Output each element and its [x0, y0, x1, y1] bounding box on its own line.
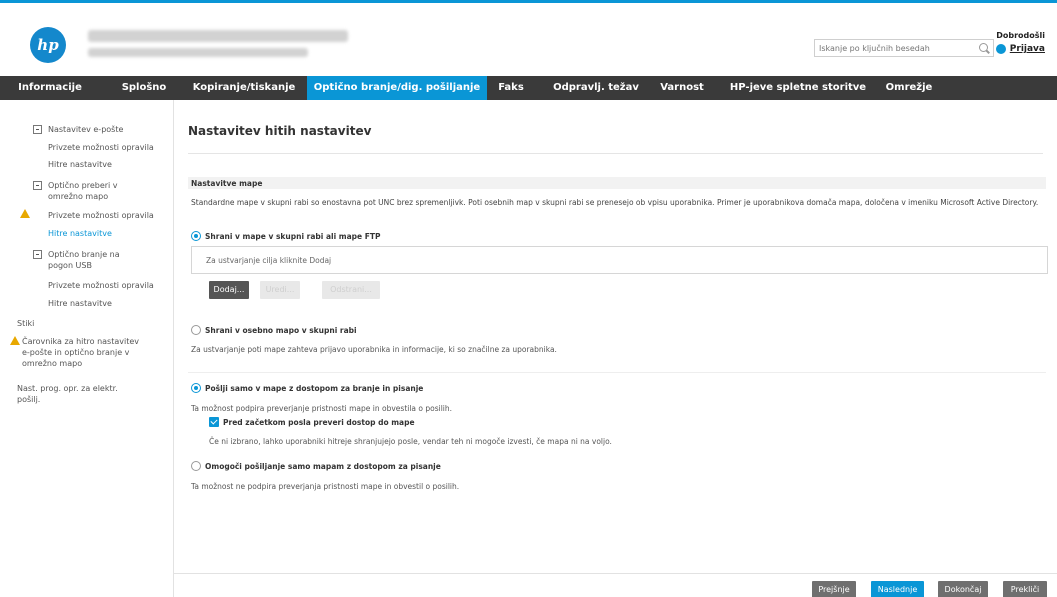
sidebar-item-wizard[interactable]: Čarovnika za hitro nastavitev e-pošte in… [0, 336, 140, 369]
user-icon [995, 44, 1006, 54]
tab-informacije[interactable]: Informacije [10, 76, 90, 100]
main-nav: Informacije Splošno Kopiranje/tiskanje O… [0, 76, 1057, 100]
destination-list[interactable]: Za ustvarjanje cilja kliknite Dodaj [191, 246, 1048, 274]
radio-personal-folder-label[interactable]: Shrani v osebno mapo v skupni rabi [205, 326, 357, 335]
header-bar: hp Dobrodošli Prijava [0, 0, 1057, 76]
sign-in-link[interactable]: Prijava [995, 44, 1045, 54]
search-icon[interactable] [979, 43, 988, 52]
tab-splosno[interactable]: Splošno [114, 76, 174, 100]
radio-read-write-label[interactable]: Pošlji samo v mape z dostopom za branje … [205, 384, 423, 393]
sidebar-item-email-setup[interactable]: Nastavitev e-pošte [0, 124, 172, 135]
back-button[interactable]: Prejšnje [812, 581, 856, 597]
page-title: Nastavitev hitih nastavitev [188, 124, 372, 138]
section-description: Standardne mape v skupni rabi so enostav… [191, 198, 1039, 207]
tab-opticno-branje[interactable]: Optično branje/dig. pošiljanje [307, 76, 487, 100]
divider [188, 372, 1046, 373]
sign-in-label[interactable]: Prijava [1010, 44, 1045, 54]
section-header [188, 177, 1046, 189]
verify-folder-access-checkbox[interactable] [209, 417, 219, 427]
write-only-note: Ta možnost ne podpira preverjanja pristn… [191, 482, 460, 491]
section-title: Nastavitve mape [191, 179, 263, 188]
radio-shared-folders-label[interactable]: Shrani v mape v skupni rabi ali mape FTP [205, 232, 380, 241]
footer-divider [174, 573, 1057, 574]
finish-button[interactable]: Dokončaj [938, 581, 988, 597]
radio-personal-folder[interactable] [191, 325, 201, 335]
tab-hp-storitve[interactable]: HP-jeve spletne storitve [724, 76, 872, 100]
sidebar: Nastavitev e-pošte Privzete možnosti opr… [0, 100, 173, 597]
printer-host-blurred [88, 48, 308, 57]
hp-logo[interactable]: hp [30, 27, 66, 63]
sidebar-item-contacts[interactable]: Stiki [0, 318, 172, 329]
divider [188, 153, 1043, 154]
tab-varnost[interactable]: Varnost [652, 76, 712, 100]
next-button[interactable]: Naslednje [871, 581, 924, 597]
sidebar-item-email-quicksets[interactable]: Hitre nastavitve [0, 159, 172, 170]
read-write-note: Ta možnost podpira preverjanje pristnost… [191, 404, 453, 413]
sidebar-item-email-software[interactable]: Nast. prog. opr. za elektr. pošilj. [0, 383, 140, 405]
radio-shared-folders[interactable] [191, 231, 201, 241]
radio-write-only-label[interactable]: Omogoči pošiljanje samo mapam z dostopom… [205, 462, 441, 471]
welcome-label: Dobrodošli [996, 31, 1045, 40]
radio-read-write-folders[interactable] [191, 383, 201, 393]
edit-button: Uredi... [260, 281, 300, 299]
sidebar-item-folder-defaults[interactable]: Privzete možnosti opravila [0, 210, 172, 221]
destination-placeholder: Za ustvarjanje cilja kliknite Dodaj [206, 256, 332, 265]
sidebar-item-email-defaults[interactable]: Privzete možnosti opravila [0, 142, 172, 153]
tab-kopiranje[interactable]: Kopiranje/tiskanje [184, 76, 304, 100]
sidebar-item-scan-to-folder[interactable]: Optično preberi v omrežno mapo [0, 180, 120, 202]
search-input[interactable] [815, 40, 965, 56]
search-box[interactable] [814, 39, 994, 57]
sidebar-item-scan-to-usb[interactable]: Optično branje na pogon USB [0, 249, 120, 271]
personal-folder-note: Za ustvarjanje poti mape zahteva prijavo… [191, 345, 557, 354]
verify-folder-access-label[interactable]: Pred začetkom posla preveri dostop do ma… [223, 418, 415, 427]
tab-odpravlj-tezav[interactable]: Odpravlj. težav [546, 76, 646, 100]
sidebar-item-folder-quicksets[interactable]: Hitre nastavitve [0, 228, 172, 239]
cancel-button[interactable]: Prekliči [1003, 581, 1047, 597]
radio-write-only-folders[interactable] [191, 461, 201, 471]
sidebar-item-usb-quicksets[interactable]: Hitre nastavitve [0, 298, 172, 309]
tab-faks[interactable]: Faks [490, 76, 532, 100]
tab-omrezje[interactable]: Omrežje [879, 76, 939, 100]
main-content: Nastavitev hitih nastavitev Nastavitve m… [174, 100, 1057, 597]
sidebar-item-usb-defaults[interactable]: Privzete možnosti opravila [0, 280, 172, 291]
verify-folder-access-note: Če ni izbrano, lahko uporabniki hitreje … [209, 437, 612, 446]
printer-name-blurred [88, 30, 348, 42]
remove-button: Odstrani... [322, 281, 380, 299]
add-button[interactable]: Dodaj... [209, 281, 249, 299]
